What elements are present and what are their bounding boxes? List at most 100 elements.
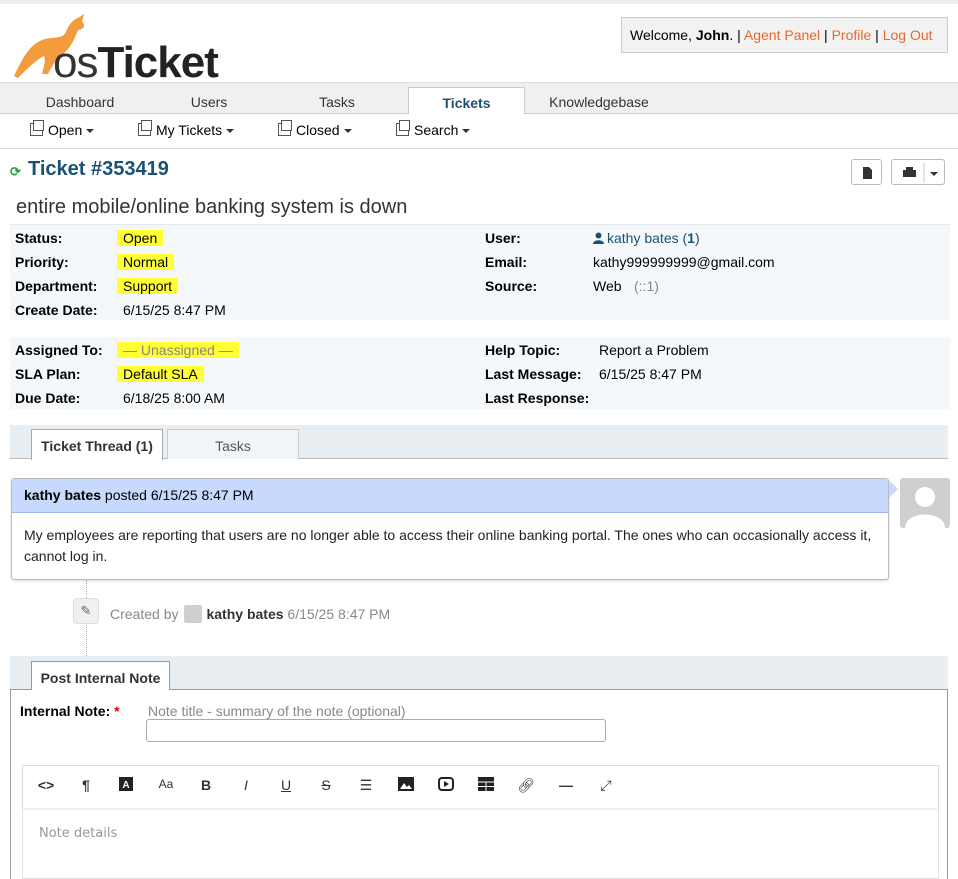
horizontal-rule-icon[interactable]: — [555, 777, 577, 797]
assigned-label: Assigned To: [15, 342, 103, 358]
source-value: Web [593, 278, 622, 294]
copy-icon [278, 120, 292, 136]
tab-tickets[interactable]: Tickets [408, 87, 525, 116]
due-date-label: Due Date: [15, 390, 81, 406]
email-label: Email: [485, 254, 528, 270]
note-title-input[interactable] [146, 719, 606, 742]
pdf-button[interactable] [851, 159, 882, 185]
sep-1: | [820, 27, 832, 43]
note-editor[interactable]: <> ¶ A Aa B I U S ☰ 🔗︎ — ⤢ Note details [22, 765, 939, 879]
department-label: Department: [15, 278, 98, 294]
image-icon[interactable] [395, 777, 417, 797]
create-date-value: 6/15/25 8:47 PM [123, 302, 226, 318]
subnav-search-label: Search [414, 122, 459, 138]
user-value[interactable]: kathy bates (1) [593, 230, 700, 246]
priority-value: Normal [117, 254, 175, 270]
osticket-logo[interactable]: osTicket [8, 10, 219, 87]
help-topic-value: Report a Problem [599, 342, 709, 358]
email-value: kathy999999999@gmail.com [593, 254, 775, 270]
note-details-placeholder: Note details [39, 826, 118, 841]
user-ticket-count: 1 [687, 230, 695, 246]
bold-icon[interactable]: B [195, 777, 217, 797]
avatar-small [184, 605, 203, 623]
last-response-label: Last Response: [485, 390, 590, 406]
font-color-icon[interactable]: A [115, 777, 137, 797]
print-button[interactable] [891, 159, 945, 185]
table-icon[interactable] [475, 777, 497, 797]
response-tabs: Post Internal Note [10, 656, 948, 691]
user-icon [593, 232, 604, 244]
sub-nav: Open My Tickets Closed Search [0, 114, 958, 149]
tab-knowledgebase[interactable]: Knowledgebase [536, 89, 662, 115]
subnav-closed[interactable]: Closed [278, 120, 352, 138]
message-body: My employees are reporting that users ar… [24, 527, 872, 564]
underline-icon[interactable]: U [275, 777, 297, 797]
assigned-value: — Unassigned — [117, 342, 239, 358]
editor-toolbar: <> ¶ A Aa B I U S ☰ 🔗︎ — ⤢ [23, 766, 938, 808]
subnav-search[interactable]: Search [396, 120, 471, 138]
copy-icon [138, 120, 152, 136]
sep-2: | [871, 27, 883, 43]
logo-ticket: Ticket [97, 38, 218, 87]
tab-users[interactable]: Users [150, 89, 268, 115]
fullscreen-icon[interactable]: ⤢ [595, 777, 617, 797]
help-topic-label: Help Topic: [485, 342, 561, 358]
tab-thread-tasks[interactable]: Tasks [167, 429, 299, 459]
thread-event: Created by kathy bates 6/15/25 8:47 PM [110, 605, 390, 623]
required-mark: * [114, 703, 120, 719]
last-message-label: Last Message: [485, 366, 582, 382]
user-name: kathy bates [607, 230, 679, 246]
due-date-value: 6/18/25 8:00 AM [123, 390, 225, 406]
tab-dashboard[interactable]: Dashboard [20, 89, 140, 115]
event-date: 6/15/25 8:47 PM [287, 606, 391, 622]
message-arrow [889, 480, 898, 498]
logo-os: os [53, 38, 98, 87]
message-header: kathy bates posted 6/15/25 8:47 PM [12, 479, 888, 513]
user-count-close: ) [694, 230, 700, 246]
magic-wand-icon: ✎ [73, 598, 99, 624]
source-ip: (::1) [634, 278, 659, 294]
video-icon[interactable] [435, 777, 457, 797]
ticket-number[interactable]: Ticket #353419 [28, 158, 169, 181]
tab-ticket-thread[interactable]: Ticket Thread (1) [31, 429, 163, 460]
italic-icon[interactable]: I [235, 777, 257, 797]
header: osTicket Welcome, John. | Agent Panel | … [0, 4, 958, 87]
sla-label: SLA Plan: [15, 366, 81, 382]
list-icon[interactable]: ☰ [355, 777, 377, 797]
caret-down-icon [226, 129, 235, 133]
welcome-box: Welcome, John. | Agent Panel | Profile |… [621, 17, 948, 53]
create-date-label: Create Date: [15, 302, 98, 318]
subnav-open[interactable]: Open [30, 120, 95, 138]
font-size-icon[interactable]: Aa [155, 777, 177, 797]
subnav-open-label: Open [48, 122, 83, 138]
code-view-icon[interactable]: <> [35, 777, 57, 797]
tab-tasks[interactable]: Tasks [278, 89, 396, 115]
link-icon[interactable]: 🔗︎ [515, 777, 537, 797]
copy-icon [30, 120, 44, 136]
user-count-open: ( [678, 230, 688, 246]
user-label: User: [485, 230, 521, 246]
print-icon [903, 163, 938, 183]
profile-link[interactable]: Profile [832, 27, 872, 43]
caret-down-icon [343, 129, 352, 133]
thread-message: kathy bates posted 6/15/25 8:47 PM My em… [11, 478, 889, 580]
main-nav: Dashboard Users Tasks Tickets Knowledgeb… [0, 82, 958, 116]
caret-down-icon [462, 129, 471, 133]
tab-post-internal-note[interactable]: Post Internal Note [31, 661, 170, 691]
subnav-my-tickets[interactable]: My Tickets [138, 120, 235, 138]
sla-value: Default SLA [117, 366, 204, 382]
copy-icon [396, 120, 410, 136]
svg-text:A: A [122, 780, 129, 791]
subnav-closed-label: Closed [296, 122, 340, 138]
internal-note-label: Internal Note: * [20, 703, 120, 719]
agent-panel-link[interactable]: Agent Panel [744, 27, 820, 43]
subnav-my-tickets-label: My Tickets [156, 122, 223, 138]
caret-down-icon [86, 129, 95, 133]
welcome-user: John [695, 27, 730, 43]
logout-link[interactable]: Log Out [883, 27, 933, 43]
strikethrough-icon[interactable]: S [315, 777, 337, 797]
paragraph-icon[interactable]: ¶ [75, 777, 97, 797]
logo-wordmark: osTicket [53, 38, 219, 88]
ticket-subject: entire mobile/online banking system is d… [16, 196, 408, 218]
refresh-icon[interactable]: ⟳ [10, 164, 21, 180]
